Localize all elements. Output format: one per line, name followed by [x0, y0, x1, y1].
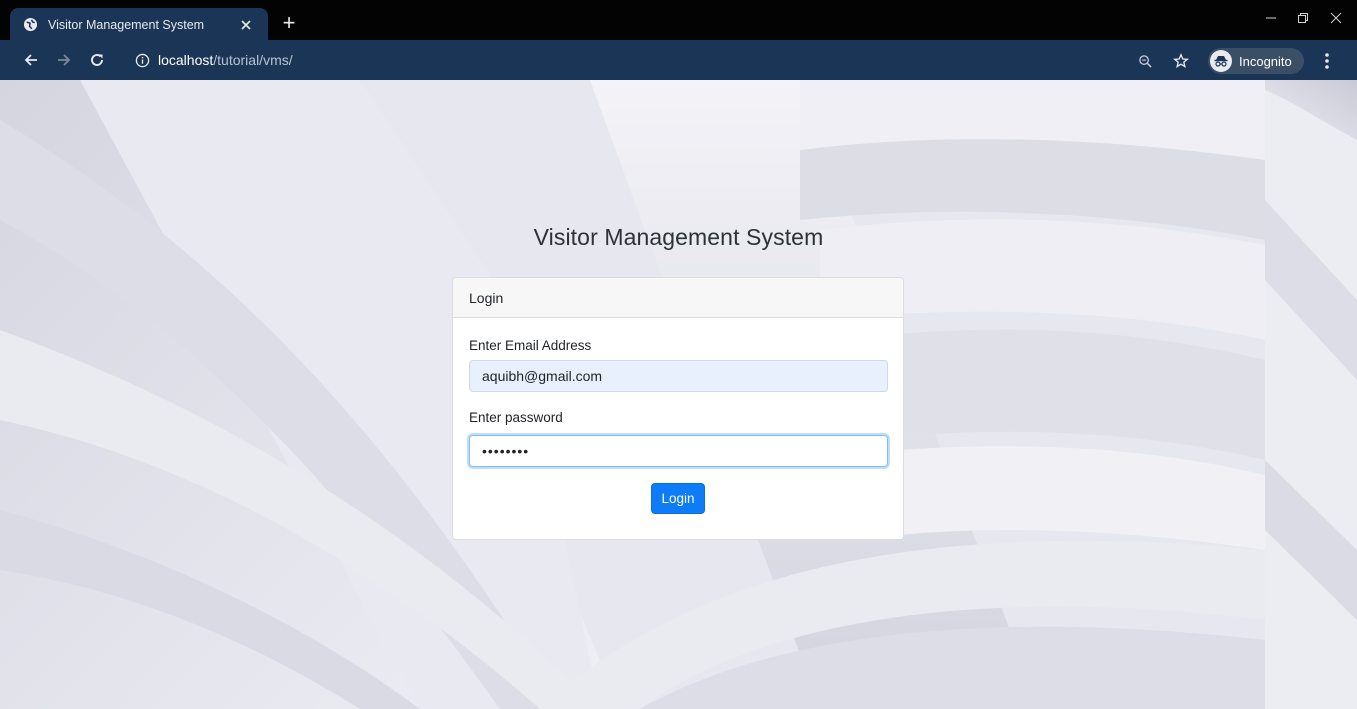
info-icon[interactable] — [134, 52, 150, 68]
card-header: Login — [453, 278, 903, 318]
close-window-icon[interactable] — [1322, 6, 1350, 30]
restore-icon[interactable] — [1289, 6, 1317, 30]
password-field[interactable] — [469, 435, 888, 467]
toolbar: localhost/tutorial/vms/ Incognito — [0, 40, 1357, 80]
new-tab-button[interactable]: + — [276, 10, 302, 36]
plus-icon: + — [282, 10, 296, 35]
incognito-indicator[interactable]: Incognito — [1208, 48, 1304, 74]
page-title: Visitor Management System — [533, 224, 824, 250]
back-icon[interactable] — [19, 48, 43, 72]
page-viewport: Visitor Management System Login Enter Em… — [0, 80, 1357, 709]
star-icon[interactable] — [1170, 50, 1192, 72]
address-bar[interactable]: localhost/tutorial/vms/ — [118, 45, 1203, 75]
card-title: Login — [469, 289, 504, 306]
email-label: Enter Email Address — [469, 338, 592, 353]
login-card: Login Enter Email Address Enter password… — [452, 277, 904, 540]
zoom-icon[interactable] — [1134, 50, 1156, 72]
tab-title: Visitor Management System — [48, 17, 205, 32]
incognito-icon — [1210, 50, 1232, 72]
forward-icon[interactable] — [52, 48, 76, 72]
url-host: localhost — [158, 52, 214, 68]
close-icon[interactable] — [236, 15, 256, 35]
minimize-icon[interactable] — [1257, 6, 1285, 30]
kebab-menu-icon[interactable] — [1316, 50, 1338, 72]
password-label: Enter password — [469, 410, 563, 425]
url-path: /tutorial/vms/ — [213, 52, 293, 68]
login-button[interactable]: Login — [651, 483, 705, 514]
globe-icon — [22, 17, 38, 33]
browser-tab[interactable]: Visitor Management System — [10, 8, 268, 41]
incognito-label: Incognito — [1239, 53, 1292, 69]
reload-icon[interactable] — [85, 48, 109, 72]
email-field[interactable] — [469, 360, 888, 392]
login-form: Enter Email Address Enter password Login — [453, 318, 903, 514]
tab-strip: Visitor Management System + — [0, 0, 1357, 41]
